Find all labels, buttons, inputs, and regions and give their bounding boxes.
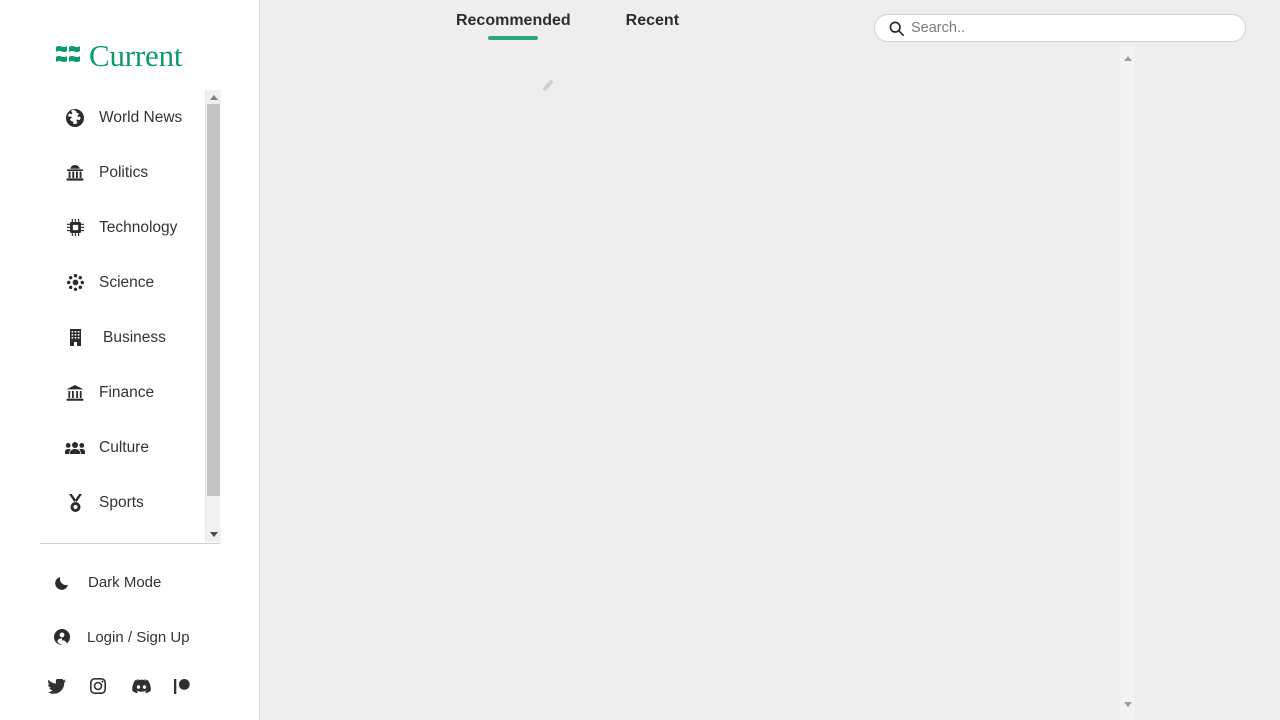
sidebar-item-label: World News — [99, 108, 183, 126]
tab-label: Recommended — [455, 12, 571, 29]
moon-icon — [50, 575, 74, 590]
sidebar-item-label: Technology — [99, 218, 178, 236]
sidebar-nav-list: World News Politics Technology Science B… — [40, 90, 205, 542]
user-circle-icon — [50, 629, 74, 645]
landmark-dome-icon — [62, 164, 88, 181]
globe-icon — [62, 108, 88, 127]
login-signup-label: Login / Sign Up — [87, 628, 190, 646]
sidebar-item-business[interactable]: Business — [40, 310, 205, 365]
sidebar-item-sports[interactable]: Sports — [40, 475, 205, 530]
dark-mode-label: Dark Mode — [88, 573, 162, 591]
sidebar-item-culture[interactable]: Culture — [40, 420, 205, 475]
tab-recent[interactable]: Recent — [626, 12, 679, 40]
scroll-up-arrow-icon[interactable] — [1120, 51, 1135, 66]
article-feed — [260, 46, 875, 720]
medal-icon — [62, 493, 88, 512]
sidebar-nav: World News Politics Technology Science B… — [40, 90, 221, 542]
sidebar-item-label: Politics — [99, 163, 149, 181]
sidebar-item-label: Business — [103, 328, 166, 346]
search-icon — [889, 21, 904, 36]
social-links — [48, 672, 228, 700]
sidebar-item-science[interactable]: Science — [40, 255, 205, 310]
sidebar-item-label: Science — [99, 273, 155, 291]
sidebar: Current World News Politics Technology S… — [0, 0, 260, 720]
people-group-icon — [62, 441, 88, 455]
loading-spinner-icon — [540, 76, 562, 98]
sidebar-item-finance[interactable]: Finance — [40, 365, 205, 420]
sidebar-item-label: Culture — [99, 438, 149, 456]
discord-icon[interactable] — [132, 679, 174, 693]
scroll-down-arrow-icon[interactable] — [206, 527, 221, 542]
bank-columns-icon — [62, 384, 88, 401]
microchip-icon — [62, 219, 88, 236]
atom-icon — [62, 274, 88, 291]
sidebar-item-label: Finance — [99, 383, 155, 401]
sidebar-scrollbar-thumb[interactable] — [207, 104, 220, 496]
main-content: Recommended Recent — [260, 0, 1280, 720]
office-building-icon — [62, 329, 88, 346]
scroll-up-arrow-icon[interactable] — [206, 90, 221, 105]
dark-mode-toggle[interactable]: Dark Mode — [40, 567, 240, 597]
sidebar-scrollbar[interactable] — [205, 90, 221, 542]
search-input[interactable] — [911, 20, 1231, 36]
tab-label: Recent — [625, 12, 680, 29]
search-bar[interactable] — [874, 14, 1246, 42]
brand-logo[interactable]: Current — [0, 36, 260, 74]
feed-tabs: Recommended Recent — [260, 0, 875, 46]
sidebar-item-politics[interactable]: Politics — [40, 145, 205, 200]
active-tab-indicator — [488, 36, 539, 40]
scroll-down-arrow-icon[interactable] — [1120, 697, 1135, 712]
patreon-icon[interactable] — [174, 678, 216, 694]
sidebar-item-world-news[interactable]: World News — [40, 90, 205, 145]
login-signup-button[interactable]: Login / Sign Up — [40, 622, 240, 652]
brand-name: Current — [89, 37, 183, 73]
feed-scrollbar[interactable] — [1120, 46, 1135, 720]
instagram-icon[interactable] — [90, 678, 132, 694]
waves-logo-icon — [56, 46, 80, 62]
sidebar-item-technology[interactable]: Technology — [40, 200, 205, 255]
twitter-icon[interactable] — [48, 678, 90, 694]
sidebar-divider — [40, 543, 220, 544]
sidebar-item-label: Sports — [99, 493, 144, 511]
tab-recommended[interactable]: Recommended — [456, 12, 571, 40]
